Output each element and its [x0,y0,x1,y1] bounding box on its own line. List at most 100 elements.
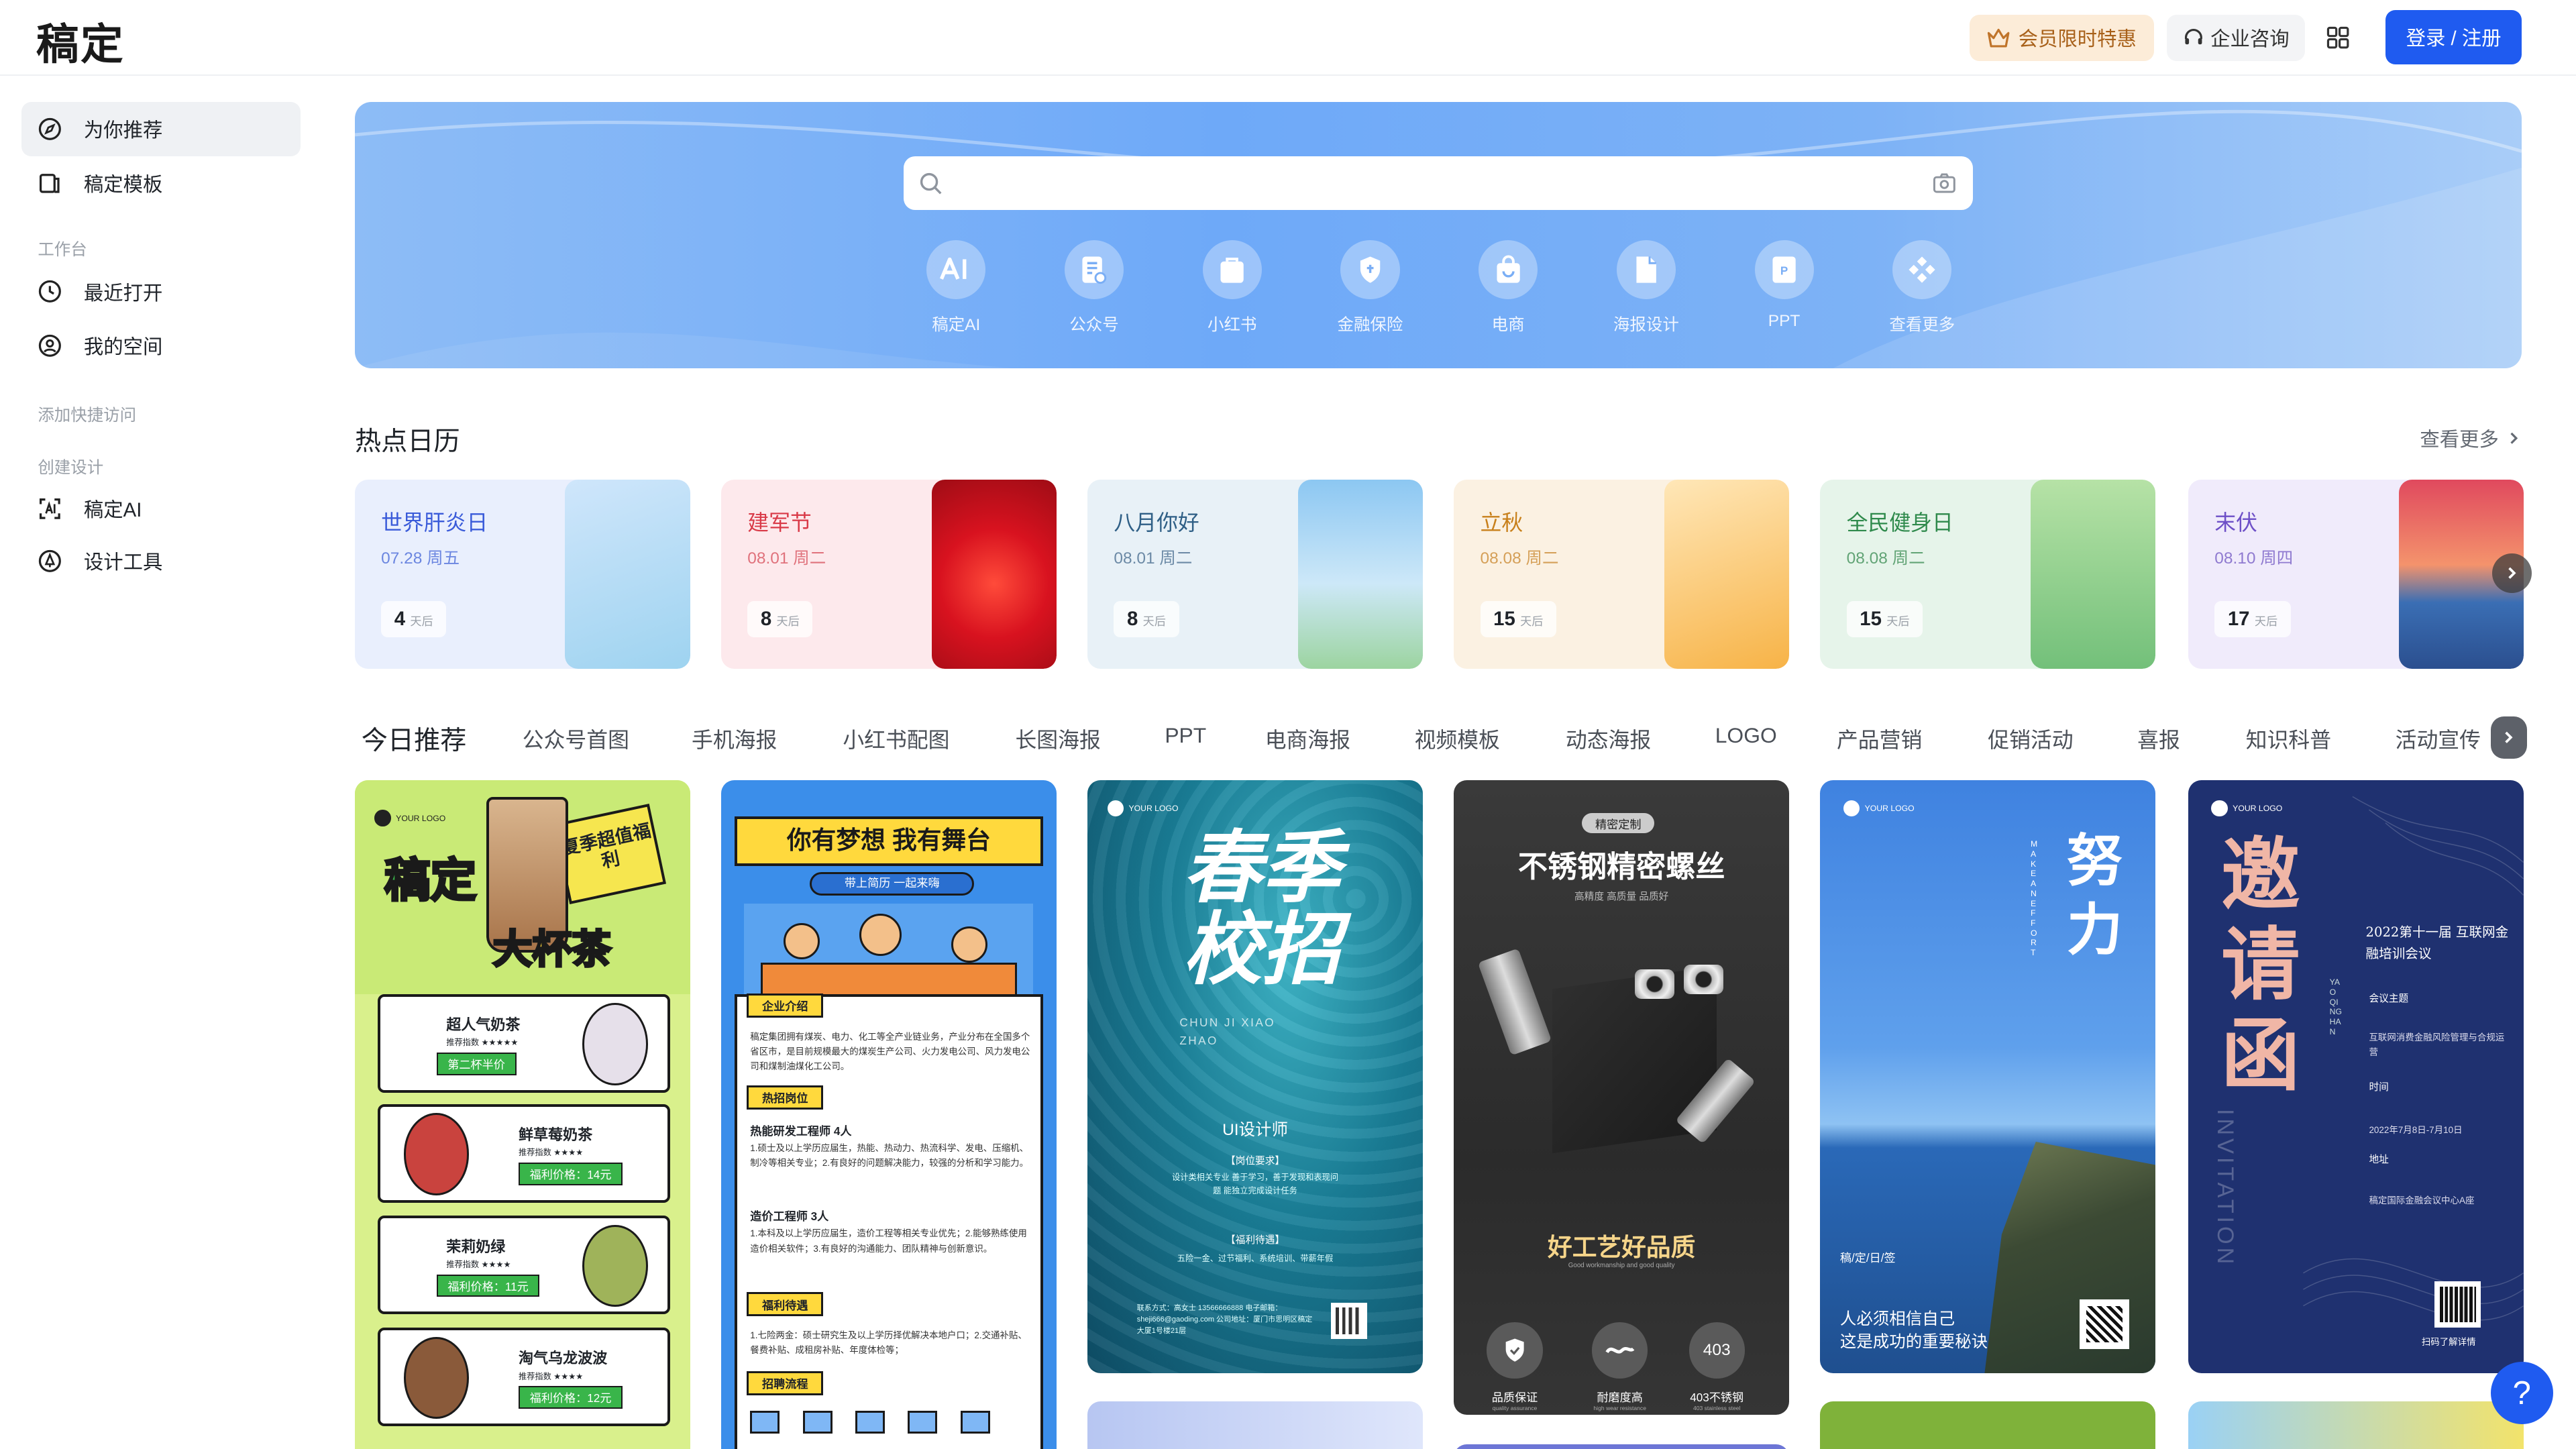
category-ppt[interactable]: P PPT [1727,239,1841,331]
workspace-group-label: 工作台 [38,240,87,259]
sidebar-item-recent[interactable]: 最近打开 [21,264,301,319]
template-card-screw[interactable]: 精密定制 不锈钢精密螺丝 高精度 高质量 品质好 好工艺好品质 Good wor… [1454,780,1789,1415]
crown-icon [1987,28,2010,48]
category-tab[interactable]: 喜报 [2137,723,2180,754]
template-card-partial[interactable] [1454,1444,1789,1449]
consult-label: 企业咨询 [2210,28,2290,51]
sidebar-item-templates[interactable]: 稿定模板 [21,156,301,211]
category-tab[interactable]: 小红书配图 [843,723,949,754]
login-register-button[interactable]: 登录 / 注册 [2385,9,2522,64]
calendar-card[interactable]: 全民健身日 08.08 周二 15 天后 [1820,480,2156,669]
sidebar-item-recommend[interactable]: 为你推荐 [21,101,301,156]
category-tab[interactable]: 公众号首图 [523,723,629,754]
calendar-card[interactable]: 世界肝炎日 07.28 周五 4 天后 [354,480,690,669]
template-time-label: 时间 [2369,1081,2389,1093]
ppt-icon: P [1772,256,1796,283]
sidebar-item-label: 最近打开 [83,282,163,305]
camera-icon[interactable] [1932,171,1957,196]
category-tab[interactable]: 知识科普 [2246,723,2331,754]
category-tab[interactable]: LOGO [1715,723,1777,748]
menu-item: 淘气乌龙波波 推荐指数 ★★★★ 福利价格：12元 [378,1327,671,1426]
category-poster-design[interactable]: 海报设计 [1589,239,1703,336]
calendar-card[interactable]: 建军节 08.01 周二 8 天后 [721,480,1057,669]
category-xiaohongshu[interactable]: 小红书 [1175,239,1289,336]
shop-bag-icon [1496,255,1520,283]
template-slogan: 好工艺好品质 [1547,1234,1696,1262]
calendar-next-button[interactable] [2492,553,2532,594]
template-headline: 春季校招 [1183,820,1341,996]
calendar-card[interactable]: 八月你好 08.01 周二 8 天后 [1087,480,1423,669]
calendar-card-countdown: 15 天后 [1480,601,1556,638]
template-card-partial[interactable] [1087,1401,1423,1449]
calendar-card-title: 全民健身日 [1846,511,1953,535]
calendar-view-more-link[interactable]: 查看更多 [2420,424,2522,452]
template-card-recruitment[interactable]: 你有梦想 我有舞台 带上简历 一起来嗨 企业介绍 稿定集团拥有煤炭、电力、化工等… [721,780,1057,1449]
sidebar-item-design-tools[interactable]: 设计工具 [21,534,301,588]
category-label: 小红书 [1208,316,1257,335]
template-tag: 精密定制 [1582,813,1655,834]
category-tab[interactable]: 动态海报 [1566,723,1651,754]
category-label: 海报设计 [1613,316,1679,335]
category-wechat-article[interactable]: 公众号 [1036,239,1151,336]
hero-wave-decoration [354,109,2522,368]
view-more-label: 查看更多 [2420,428,2499,451]
sidebar-item-label: 稿定AI [83,498,142,521]
sidebar-item-label: 设计工具 [83,551,163,574]
hot-calendar-title: 热点日历 [354,427,460,456]
template-time: 2022年7月8日-7月10日 [2369,1124,2463,1135]
enterprise-consult-button[interactable]: 企业咨询 [2167,15,2305,61]
template-card-partial[interactable] [2188,1401,2524,1449]
calendar-card-image [2030,480,2156,669]
template-illustration [744,903,1034,1002]
sidebar-item-my-space[interactable]: 我的空间 [21,319,301,373]
create-group-label: 创建设计 [38,459,104,478]
category-label: 稿定AI [932,316,981,335]
user-circle-icon [39,334,62,358]
template-card-sea[interactable]: YOUR LOGO 努力 MAKE AN EFFORT 稿/定/日/签 人必须相… [1820,780,2156,1374]
chevron-right-icon [2510,432,2518,444]
add-quick-access-link[interactable]: 添加快捷访问 [38,402,136,426]
category-ecommerce[interactable]: 电商 [1450,239,1565,336]
member-promo-button[interactable]: 会员限时特惠 [1970,15,2154,61]
category-label: PPT [1768,312,1801,331]
search-input[interactable] [903,156,1974,211]
template-place: 稿定国际金融会议中心A座 [2369,1195,2475,1205]
template-card-milk-tea[interactable]: YOUR LOGO 稿定 夏季超值福利 大杯茶 超人气奶茶 推荐指数 ★★★★★… [354,780,690,1449]
category-tabs: 今日推荐 公众号首图 手机海报 小红书配图 长图海报 PPT 电商海报 视频模板 动态海报 LOG… [355,711,2522,760]
category-tab[interactable]: 产品营销 [1837,723,1922,754]
category-tab[interactable]: 促销活动 [1988,723,2073,754]
top-header: 稿定 会员限时特惠 企业咨询 登录 / 注册 [0,0,2576,76]
qr-code-icon [2080,1299,2129,1349]
template-card-invitation[interactable]: YOUR LOGO 邀请函 YAO QING HAN INVITATION 20… [2188,780,2524,1374]
category-tab[interactable]: PPT [1165,723,1206,748]
category-tab[interactable]: 长图海报 [1015,723,1100,754]
template-card-spring-recruit[interactable]: YOUR LOGO 春季校招 CHUN JI XIAO ZHAO UI设计师 【… [1087,780,1423,1374]
app-logo[interactable]: 稿定 [36,10,125,72]
tabs-next-button[interactable] [2490,716,2527,759]
category-tab[interactable]: 活动宣传 [2396,723,2481,754]
article-icon [1082,256,1107,284]
svg-text:P: P [1780,264,1788,277]
apps-grid-icon [2326,27,2349,49]
template-card-partial[interactable] [1820,1401,2156,1449]
sidebar-item-label: 为你推荐 [83,119,163,142]
template-pinyin: CHUN JI XIAO ZHAO [1179,1016,1275,1047]
category-gaoding-ai[interactable]: 稿定AI [899,239,1014,336]
category-finance-insurance[interactable]: 金融保险 [1313,239,1428,336]
category-tab[interactable]: 电商海报 [1265,723,1350,754]
apps-grid-button[interactable] [2320,19,2356,56]
calendar-card[interactable]: 立秋 08.08 周二 15 天后 [1454,480,1789,669]
sidebar-item-gaoding-ai[interactable]: 稿定AI [21,482,301,536]
tab-today-recommend[interactable]: 今日推荐 [362,720,467,757]
calendar-card-title: 八月你好 [1114,511,1199,535]
feature-label: 品质保证 [1491,1391,1538,1405]
calendar-card-date: 08.10 周四 [2214,549,2294,568]
category-tab[interactable]: 视频模板 [1415,723,1500,754]
category-view-more[interactable]: 查看更多 [1865,239,1980,336]
help-button[interactable]: ? [2490,1362,2553,1425]
calendar-card[interactable]: 末伏 08.10 周四 17 天后 [2188,480,2524,669]
sidebar-item-label: 稿定模板 [83,174,163,197]
calendar-card-image [1297,480,1423,669]
template-scan-hint: 扫码了解详情 [2421,1336,2476,1347]
category-tab[interactable]: 手机海报 [692,723,777,754]
